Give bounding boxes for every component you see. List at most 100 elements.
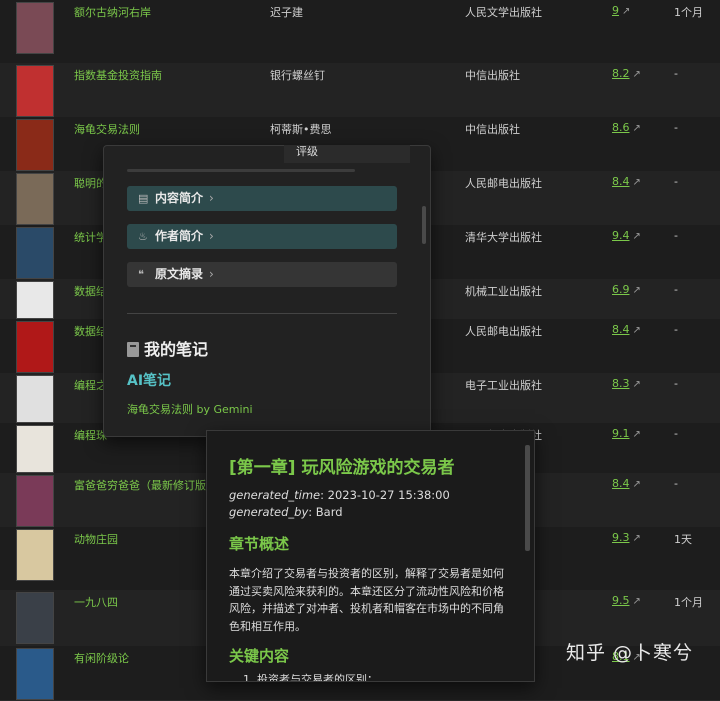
- generated-by-key: generated_by: [229, 505, 309, 519]
- author-intro-label: 作者简介: [155, 229, 204, 243]
- external-link-icon: ↗: [632, 429, 641, 440]
- book-score-link[interactable]: 9.1 ↗: [612, 427, 641, 440]
- book-score-link[interactable]: 9.4 ↗: [612, 229, 641, 242]
- last-read: -: [674, 121, 678, 134]
- book-cover[interactable]: [16, 281, 54, 319]
- book-author: 柯蒂斯•费思: [270, 123, 332, 136]
- ai-note-link[interactable]: 海龟交易法则 by Gemini: [127, 401, 253, 417]
- popup-scrollbar[interactable]: [422, 206, 426, 244]
- book-cover[interactable]: [16, 475, 54, 527]
- last-read: 1个月: [674, 596, 703, 609]
- book-publisher: 人民邮电出版社: [465, 177, 542, 190]
- external-link-icon: ↗: [632, 231, 641, 242]
- book-title[interactable]: 海龟交易法则: [74, 121, 140, 137]
- divider: [127, 313, 397, 314]
- excerpt-toggle[interactable]: ❝ 原文摘录 ›: [127, 262, 397, 287]
- last-read: 1个月: [674, 6, 703, 19]
- book-cover[interactable]: [16, 227, 54, 279]
- last-read: -: [674, 67, 678, 80]
- last-read: -: [674, 377, 678, 390]
- book-cover[interactable]: [16, 119, 54, 171]
- book-title[interactable]: 额尔古纳河右岸: [74, 4, 151, 20]
- book-publisher: 人民邮电出版社: [465, 325, 542, 338]
- table-row[interactable]: 额尔古纳河右岸 迟子建 人民文学出版社 9 ↗ 1个月: [0, 0, 720, 64]
- overview-text: 本章介绍了交易者与投资者的区别，解释了交易者是如何通过买卖风险来获利的。本章还区…: [229, 567, 504, 633]
- clipboard-icon: ▤: [138, 192, 149, 205]
- generated-time: generated_time: 2023-10-27 15:38:00: [229, 488, 450, 502]
- book-publisher: 中信出版社: [465, 69, 520, 82]
- book-score: 8.4: [612, 477, 630, 490]
- chevron-right-icon: ›: [209, 229, 214, 243]
- book-publisher: 机械工业出版社: [465, 285, 542, 298]
- external-link-icon: ↗: [632, 69, 641, 80]
- book-cover[interactable]: [16, 65, 54, 117]
- book-score-link[interactable]: 6.9 ↗: [612, 283, 641, 296]
- scroll-indicator: [127, 169, 355, 172]
- book-cover[interactable]: [16, 425, 54, 473]
- book-cover[interactable]: [16, 2, 54, 54]
- book-score-link[interactable]: 8.3 ↗: [612, 377, 641, 390]
- book-score: 6.9: [612, 283, 630, 296]
- last-read: -: [674, 477, 678, 490]
- external-link-icon: ↗: [632, 379, 641, 390]
- book-score-link[interactable]: 8.6 ↗: [612, 121, 641, 134]
- external-link-icon: ↗: [632, 479, 641, 490]
- author-intro-toggle[interactable]: ♨ 作者简介 ›: [127, 224, 397, 249]
- book-score: 9.4: [612, 229, 630, 242]
- excerpt-label: 原文摘录: [155, 267, 204, 281]
- generated-time-value: : 2023-10-27 15:38:00: [320, 488, 450, 502]
- book-title[interactable]: 有闲阶级论: [74, 650, 129, 666]
- book-publisher: 电子工业出版社: [465, 379, 542, 392]
- external-link-icon: ↗: [632, 596, 641, 607]
- book-cover[interactable]: [16, 321, 54, 373]
- last-read: -: [674, 175, 678, 188]
- book-score: 8.4: [612, 323, 630, 336]
- book-author: 银行螺丝钉: [270, 69, 325, 82]
- book-title[interactable]: 富爸爸穷爸爸（最新修订版）: [74, 477, 217, 493]
- book-title[interactable]: 指数基金投资指南: [74, 67, 162, 83]
- book-score: 9: [612, 4, 619, 17]
- book-publisher: 清华大学出版社: [465, 231, 542, 244]
- last-read: -: [674, 283, 678, 296]
- book-detail-popup: 评级 ▤ 内容简介 › ♨ 作者简介 › ❝ 原文摘录 › 我的笔记 AI笔记 海龟交…: [103, 145, 431, 437]
- book-publisher: 人民文学出版社: [465, 6, 542, 19]
- book-score: 8.6: [612, 121, 630, 134]
- last-read: 1天: [674, 533, 692, 546]
- external-link-icon: ↗: [632, 533, 641, 544]
- overview-heading: 章节概述: [229, 535, 290, 553]
- my-notes-heading: 我的笔记: [127, 336, 208, 360]
- key-content-heading: 关键内容: [229, 647, 290, 665]
- book-score-link[interactable]: 8.4 ↗: [612, 323, 641, 336]
- my-notes-label: 我的笔记: [144, 340, 209, 359]
- book-score-link[interactable]: 9.3 ↗: [612, 531, 641, 544]
- external-link-icon: ↗: [622, 6, 631, 17]
- last-read: -: [674, 323, 678, 336]
- book-cover[interactable]: [16, 529, 54, 581]
- book-score-link[interactable]: 8.2 ↗: [612, 67, 641, 80]
- book-score-link[interactable]: 8.4 ↗: [612, 477, 641, 490]
- rating-tab[interactable]: 评级: [284, 145, 410, 163]
- content-intro-toggle[interactable]: ▤ 内容简介 ›: [127, 186, 397, 211]
- book-score: 9.5: [612, 594, 630, 607]
- book-title[interactable]: 动物庄园: [74, 531, 118, 547]
- preview-scrollbar[interactable]: [525, 445, 530, 551]
- generated-by-value: : Bard: [308, 505, 343, 519]
- quote-icon: ❝: [138, 268, 144, 281]
- book-cover[interactable]: [16, 375, 54, 423]
- book-cover[interactable]: [16, 173, 54, 225]
- table-row[interactable]: 指数基金投资指南 银行螺丝钉 中信出版社 8.2 ↗ -: [0, 63, 720, 118]
- list-item: 1. 投资者与交易者的区别：: [243, 673, 378, 682]
- external-link-icon: ↗: [632, 325, 641, 336]
- content-intro-label: 内容简介: [155, 191, 204, 205]
- last-read: -: [674, 229, 678, 242]
- generated-by: generated_by: Bard: [229, 505, 343, 519]
- book-title[interactable]: 一九八四: [74, 594, 118, 610]
- book-cover[interactable]: [16, 648, 54, 700]
- notebook-icon: [127, 342, 139, 357]
- external-link-icon: ↗: [632, 285, 641, 296]
- book-score-link[interactable]: 9.5 ↗: [612, 594, 641, 607]
- ai-notes-heading: AI笔记: [127, 373, 172, 389]
- book-score-link[interactable]: 8.4 ↗: [612, 175, 641, 188]
- book-cover[interactable]: [16, 592, 54, 644]
- book-score-link[interactable]: 9 ↗: [612, 4, 630, 17]
